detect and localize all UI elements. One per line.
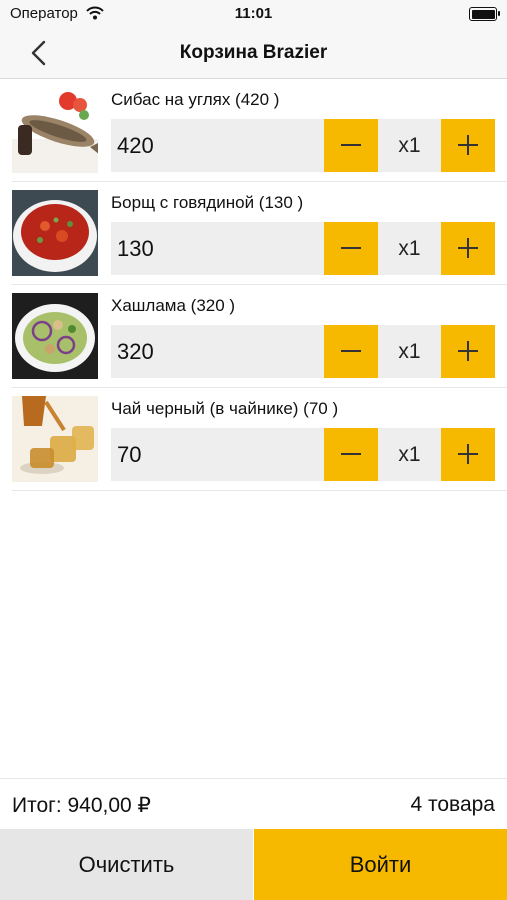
decrease-quantity-button[interactable] [324,119,378,172]
khashlama-dish-image [12,293,98,379]
price-field: 320 [111,325,324,378]
increase-quantity-button[interactable] [441,325,495,378]
quantity-label: x1 [378,119,441,172]
black-tea-image [12,396,98,482]
minus-icon [341,350,361,352]
item-price: 420 [117,133,154,158]
navigation-bar: Корзина Brazier [0,28,507,79]
item-price: 130 [117,236,154,261]
item-price: 70 [117,442,142,467]
cart-summary: Итог: 940,00 ₽ 4 товара [0,778,507,829]
item-name: Чай черный (в чайнике) (70 ) [111,399,339,418]
increase-quantity-button[interactable] [441,119,495,172]
price-field: 130 [111,222,324,275]
price-field: 70 [111,428,324,481]
item-price: 320 [117,339,154,364]
seabass-dish-image [12,87,98,173]
cart-item: Чай черный (в чайнике) (70 ) 70 x1 [12,388,507,491]
cart-item: Борщ с говядиной (130 ) 130 x1 [12,182,507,285]
quantity-label: x1 [378,222,441,275]
decrease-quantity-button[interactable] [324,222,378,275]
login-button[interactable]: Войти [254,829,507,900]
minus-icon [341,247,361,249]
clock: 11:01 [234,5,273,22]
item-name: Хашлама (320 ) [111,296,236,315]
page-title: Корзина Brazier [179,42,328,63]
battery-icon [469,7,500,21]
minus-icon [341,453,361,455]
cart-item: Хашлама (320 ) 320 x1 [12,285,507,388]
decrease-quantity-button[interactable] [324,428,378,481]
cart-list: Сибас на углях (420 ) 420 x1 Борщ с говя… [0,79,507,491]
item-name: Сибас на углях (420 ) [111,90,280,109]
cart-item: Сибас на углях (420 ) 420 x1 [12,79,507,182]
increase-quantity-button[interactable] [441,222,495,275]
quantity-label: x1 [378,428,441,481]
total-amount: Итог: 940,00 ₽ [12,794,151,817]
increase-quantity-button[interactable] [441,428,495,481]
item-count: 4 товара [410,793,495,816]
price-field: 420 [111,119,324,172]
quantity-label: x1 [378,325,441,378]
clear-cart-button[interactable]: Очистить [0,829,253,900]
item-name: Борщ с говядиной (130 ) [111,193,304,212]
bottom-actions: Очистить Войти [0,829,507,900]
decrease-quantity-button[interactable] [324,325,378,378]
borscht-dish-image [12,190,98,276]
minus-icon [341,144,361,146]
status-bar: Оператор 11:01 [0,0,507,28]
